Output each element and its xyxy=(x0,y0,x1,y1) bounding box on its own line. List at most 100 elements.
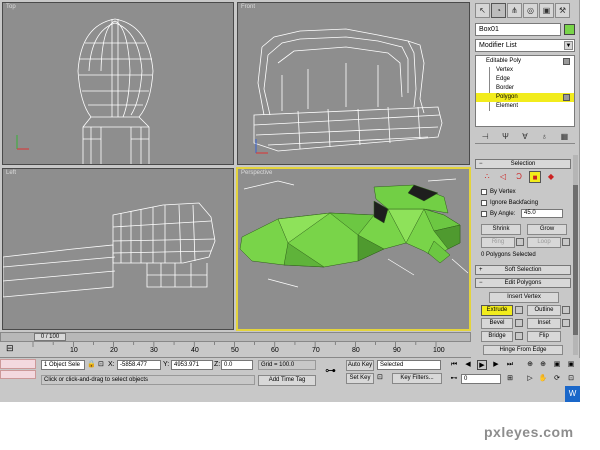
add-time-tag-button[interactable]: Add Time Tag xyxy=(258,375,316,386)
inset-settings-icon[interactable] xyxy=(562,319,570,327)
modifier-list-dropdown[interactable]: Modifier List ▼ xyxy=(475,39,575,52)
create-tab-icon[interactable]: ↖ xyxy=(475,3,490,18)
utilities-tab-icon[interactable]: ⚒ xyxy=(555,3,570,18)
vertex-mode-icon[interactable]: ∴ xyxy=(481,171,493,183)
insert-vertex-button[interactable]: Insert Vertex xyxy=(489,292,559,303)
object-color-swatch[interactable] xyxy=(564,24,575,35)
set-key-button[interactable]: Set Key xyxy=(346,373,374,384)
subobject-buttons: ∴ ◁ Ͻ ■ ◆ xyxy=(481,171,557,183)
edit-polygons-title: Edit Polygons xyxy=(504,280,542,286)
make-unique-icon[interactable]: ∀ xyxy=(522,132,527,141)
arc-rotate-icon[interactable]: ⟳ xyxy=(552,374,562,384)
modify-tab-icon[interactable]: ◔ xyxy=(491,3,506,18)
viewport-top[interactable]: Top xyxy=(2,2,234,165)
edge-mode-icon[interactable]: ◁ xyxy=(497,171,509,183)
loop-button[interactable]: Loop xyxy=(527,237,561,248)
by-angle-checkbox[interactable]: By Angle: xyxy=(481,210,515,218)
soft-selection-rollout-header[interactable]: + Soft Selection xyxy=(475,265,571,275)
play-icon[interactable]: ▶ xyxy=(477,360,487,370)
extrude-settings-icon[interactable] xyxy=(515,306,523,314)
time-slider[interactable]: 0 / 100 xyxy=(34,333,66,341)
loop-spinner-icon[interactable] xyxy=(562,238,570,246)
polygon-mode-icon[interactable]: ■ xyxy=(529,171,541,183)
bevel-settings-icon[interactable] xyxy=(515,319,523,327)
shrink-button[interactable]: Shrink xyxy=(481,224,521,235)
goto-end-icon[interactable]: ⏭ xyxy=(505,360,515,370)
timeline-ruler[interactable]: ⊟ 10 20 30 40 50 60 70 80 90 100 xyxy=(0,342,471,358)
key-mode-dropdown[interactable]: Selected xyxy=(377,360,441,370)
zoom-extents-icon[interactable]: ▣ xyxy=(552,360,562,370)
watermark: pxleyes.com xyxy=(484,424,574,440)
viewport-left[interactable]: Left xyxy=(2,168,234,330)
motion-tab-icon[interactable]: ◎ xyxy=(523,3,538,18)
tick-label: 30 xyxy=(150,347,158,354)
remove-modifier-icon[interactable]: ♁ xyxy=(541,132,547,141)
x-coordinate-field[interactable]: -5858.477 xyxy=(117,360,161,370)
y-coordinate-field[interactable]: 4953.971 xyxy=(171,360,213,370)
object-name-field[interactable]: Box01 xyxy=(475,23,561,36)
outline-button[interactable]: Outline xyxy=(527,305,561,316)
hierarchy-tab-icon[interactable]: ⋔ xyxy=(507,3,522,18)
previous-frame-icon[interactable]: ◀ xyxy=(463,360,473,370)
key-mode-icon[interactable]: ⊷ xyxy=(449,374,459,384)
set-key-icon[interactable]: ⊶ xyxy=(325,364,336,377)
3dsmax-window: Top Front Left Perspective ↖ ◔ ⋔ ◎ ▣ ⚒ B… xyxy=(0,0,580,402)
show-end-result-icon[interactable]: Ψ xyxy=(502,132,509,141)
front-wireframe xyxy=(253,28,443,154)
goto-start-icon[interactable]: ⏮ xyxy=(449,360,459,370)
maximize-viewport-icon[interactable]: ⊡ xyxy=(566,374,576,384)
viewport-front[interactable]: Front xyxy=(237,2,470,165)
left-wireframe xyxy=(3,202,216,298)
ignore-backfacing-checkbox[interactable]: Ignore Backfacing xyxy=(481,199,538,207)
absolute-mode-icon[interactable]: ⊡ xyxy=(98,360,104,370)
pin-stack-icon[interactable]: ⊣ xyxy=(482,132,489,141)
zoom-icon[interactable]: ⊕ xyxy=(525,360,535,370)
lock-icon[interactable]: 🔒 xyxy=(87,360,96,370)
extrude-button[interactable]: Extrude xyxy=(481,305,513,316)
element-mode-icon[interactable]: ◆ xyxy=(545,171,557,183)
angle-spinner[interactable]: 45.0 xyxy=(521,209,563,218)
stack-item-polygon[interactable]: Polygon xyxy=(476,93,574,102)
configure-sets-icon[interactable]: ▦ xyxy=(561,132,569,141)
zoom-extents-all-icon[interactable]: ▣ xyxy=(566,360,576,370)
command-panel-scrollbar[interactable] xyxy=(573,155,578,355)
key-mode-toggle-icon[interactable]: ⊡ xyxy=(377,373,383,383)
ring-button[interactable]: Ring xyxy=(481,237,515,248)
z-coordinate-field[interactable]: 0.0 xyxy=(221,360,253,370)
next-frame-icon[interactable]: ▶ xyxy=(491,360,501,370)
stack-item-element[interactable]: Element xyxy=(476,102,574,111)
y-label: Y: xyxy=(163,361,170,368)
by-vertex-checkbox[interactable]: By Vertex xyxy=(481,188,516,196)
bevel-button[interactable]: Bevel xyxy=(481,318,513,329)
grow-button[interactable]: Grow xyxy=(527,224,567,235)
auto-key-button[interactable]: Auto Key xyxy=(346,360,374,371)
viewport-perspective[interactable]: Perspective xyxy=(236,167,471,331)
pan-icon[interactable]: ✋ xyxy=(538,374,548,384)
maxscript-listener[interactable] xyxy=(0,359,36,369)
time-config-icon[interactable]: ⊞ xyxy=(505,374,515,384)
stack-toggle-icon[interactable] xyxy=(563,58,570,65)
current-frame-field[interactable]: 0 xyxy=(461,374,501,384)
stack-item-vertex[interactable]: Vertex xyxy=(476,66,574,75)
border-mode-icon[interactable]: Ͻ xyxy=(513,171,525,183)
scrollbar-thumb[interactable] xyxy=(573,185,578,335)
ring-spinner-icon[interactable] xyxy=(516,238,524,246)
tick-label: 80 xyxy=(352,347,360,354)
time-slider-track[interactable]: 0 / 100 xyxy=(0,332,471,342)
outline-settings-icon[interactable] xyxy=(562,306,570,314)
x-label: X: xyxy=(108,361,115,368)
flip-button[interactable]: Flip xyxy=(527,331,561,342)
edit-polygons-rollout-header[interactable]: − Edit Polygons xyxy=(475,278,571,288)
inset-button[interactable]: Inset xyxy=(527,318,561,329)
bridge-settings-icon[interactable] xyxy=(515,332,523,340)
bridge-button[interactable]: Bridge xyxy=(481,331,513,342)
stack-item-border[interactable]: Border xyxy=(476,84,574,93)
selection-rollout-header[interactable]: − Selection xyxy=(475,159,571,169)
display-tab-icon[interactable]: ▣ xyxy=(539,3,554,18)
stack-item-edge[interactable]: Edge xyxy=(476,75,574,84)
stack-item-editable-poly[interactable]: Editable Poly xyxy=(476,57,574,66)
field-of-view-icon[interactable]: ▷ xyxy=(525,374,535,384)
hinge-from-edge-button[interactable]: Hinge From Edge xyxy=(483,345,563,355)
zoom-all-icon[interactable]: ⊕ xyxy=(538,360,548,370)
key-filters-button[interactable]: Key Filters... xyxy=(392,373,442,384)
